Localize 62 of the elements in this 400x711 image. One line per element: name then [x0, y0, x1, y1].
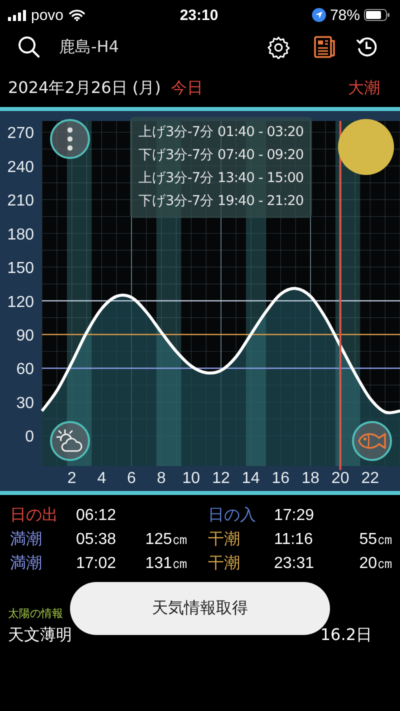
- x-axis-label: 6: [127, 470, 136, 487]
- tide-event-label: 干潮: [208, 554, 241, 574]
- y-axis-label: 270: [7, 125, 34, 142]
- x-axis-label: 4: [97, 470, 106, 487]
- battery-icon: [364, 9, 390, 21]
- today-label[interactable]: 今日: [170, 78, 203, 98]
- status-time: 23:10: [180, 6, 218, 24]
- y-axis-label: 0: [25, 428, 34, 446]
- tide-window-text: 上げ3分-7分 13:40 - 15:00: [138, 169, 304, 187]
- tide-height: 125㎝: [144, 530, 188, 550]
- x-axis-label: 22: [361, 470, 380, 487]
- event-time: 11:16: [274, 530, 314, 548]
- y-axis-label: 60: [16, 361, 34, 378]
- sun-cloud-icon: [56, 427, 84, 455]
- tide-event-label: 満潮: [10, 554, 43, 574]
- x-axis-label: 2: [67, 470, 76, 487]
- wifi-icon: [68, 9, 85, 21]
- x-axis-label: 20: [331, 470, 350, 487]
- settings-icon[interactable]: [267, 36, 290, 58]
- tide-window-text: 下げ3分-7分 07:40 - 09:20: [138, 146, 304, 164]
- x-axis-label: 16: [272, 470, 290, 487]
- y-axis-label: 150: [7, 260, 34, 278]
- event-time: 17:29: [274, 506, 316, 524]
- y-axis-label: 90: [16, 328, 34, 345]
- tide-event-label: 日の入: [208, 506, 257, 526]
- clock-refresh-icon[interactable]: [356, 36, 378, 58]
- location-name[interactable]: 鹿島-H4: [59, 36, 119, 58]
- event-time: 05:38: [76, 530, 118, 548]
- carrier-name: povo: [31, 6, 64, 24]
- sun-icon: [338, 119, 394, 175]
- tide-height: 20㎝: [358, 554, 393, 574]
- y-axis-label: 210: [7, 192, 34, 210]
- search-icon[interactable]: [18, 36, 40, 58]
- date-label: 2024年2月26日 (月): [8, 78, 161, 98]
- y-axis-label: 240: [7, 158, 34, 176]
- y-axis-label: 30: [16, 394, 34, 412]
- more-icon: [67, 127, 73, 151]
- info-label: 天文薄明: [8, 625, 72, 646]
- tide-height: 55㎝: [358, 530, 393, 550]
- event-time: 17:02: [76, 554, 118, 572]
- y-axis-label: 180: [7, 226, 34, 244]
- tide-event-label: 満潮: [10, 530, 43, 550]
- tide-window-text: 上げ3分-7分 01:40 - 03:20: [138, 123, 304, 141]
- tide-event-label: 干潮: [208, 530, 241, 550]
- info-value: 16.2日: [320, 625, 372, 646]
- newspaper-icon[interactable]: [314, 36, 336, 58]
- tide-height: 131㎝: [144, 554, 188, 574]
- x-axis-label: 12: [212, 470, 230, 487]
- tide-type-label: 大潮: [348, 78, 380, 98]
- battery-percent: 78%: [330, 6, 360, 24]
- x-axis-label: 18: [302, 470, 320, 487]
- x-axis-label: 14: [242, 470, 260, 487]
- signal-icon: [8, 10, 26, 20]
- event-time: 23:31: [274, 554, 316, 572]
- event-time: 06:12: [76, 506, 118, 524]
- tide-window-text: 下げ3分-7分 19:40 - 21:20: [138, 192, 304, 210]
- location-icon: [312, 8, 326, 22]
- x-axis-label: 8: [156, 470, 166, 487]
- section-title: 太陽の情報: [8, 607, 63, 620]
- y-axis-label: 120: [7, 294, 34, 311]
- tide-event-label: 日の出: [10, 506, 59, 526]
- x-axis-label: 10: [182, 470, 200, 487]
